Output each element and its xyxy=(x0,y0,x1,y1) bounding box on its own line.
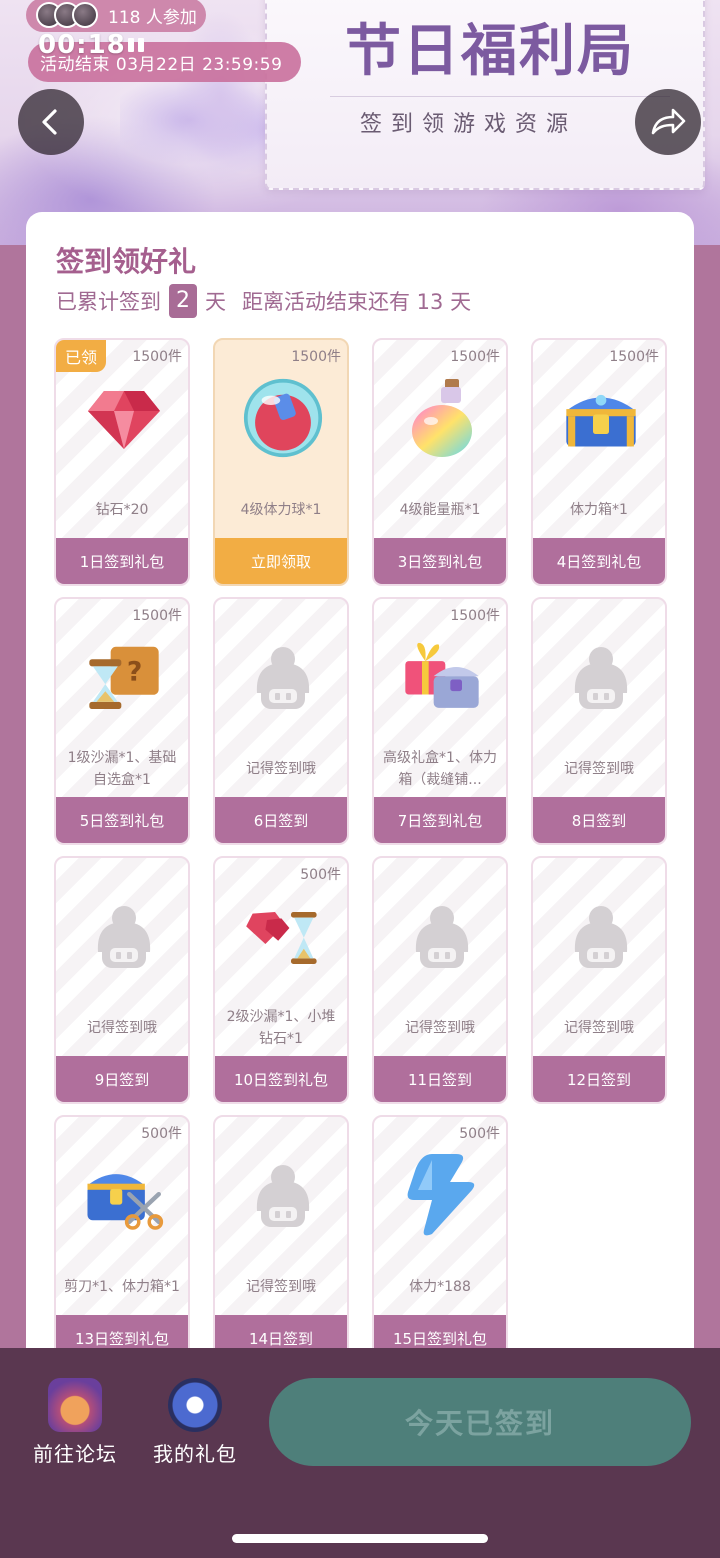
reward-tile[interactable]: 记得签到哦 8日签到 xyxy=(531,597,667,845)
reward-quantity: 500件 xyxy=(300,867,341,883)
reward-name: 4级能量瓶*1 xyxy=(399,502,481,518)
checkin-title: 签到领好礼 xyxy=(56,245,197,278)
reward-tile[interactable]: 已领 1500件钻石*20 1日签到礼包 xyxy=(54,338,190,586)
day-label: 8日签到 xyxy=(533,797,665,843)
day-label: 3日签到礼包 xyxy=(374,538,506,584)
gems-hourglass-icon xyxy=(243,894,323,978)
placeholder-character-icon xyxy=(84,894,164,978)
reward-name: 记得签到哦 xyxy=(246,1279,316,1295)
chevron-left-icon xyxy=(42,109,57,135)
reward-quantity: 1500件 xyxy=(132,349,182,365)
hourglass-mystery-box-icon: ? xyxy=(84,635,164,719)
forum-label: 前往论坛 xyxy=(33,1442,117,1466)
share-arrow-icon xyxy=(651,108,686,135)
reward-quantity: 1500件 xyxy=(609,349,659,365)
placeholder-character-icon xyxy=(243,1153,323,1237)
banner-subtitle: 签到领游戏资源 xyxy=(360,112,578,137)
progress-prefix: 已累计签到 xyxy=(56,290,161,314)
energy-potion-icon xyxy=(402,376,482,460)
bottom-bar: 前往论坛 我的礼包 今天已签到 xyxy=(0,1348,720,1558)
gift-box-chest-icon xyxy=(402,635,482,719)
back-button[interactable] xyxy=(18,89,84,155)
scissors-chest-icon xyxy=(84,1153,164,1237)
my-gifts-button[interactable]: 我的礼包 xyxy=(140,1378,250,1467)
reward-quantity: 500件 xyxy=(459,1126,500,1142)
reward-name: 记得签到哦 xyxy=(246,761,316,777)
home-indicator[interactable] xyxy=(232,1534,488,1543)
participants-badge: 118 人参加 xyxy=(26,0,206,32)
reward-name: 高级礼盒*1、体力箱（裁缝铺... xyxy=(383,750,497,788)
avatar xyxy=(72,2,98,28)
reward-quantity: 1500件 xyxy=(132,608,182,624)
participants-count: 118 人参加 xyxy=(108,7,197,28)
reward-name: 体力*188 xyxy=(409,1279,471,1295)
day-label: 12日签到 xyxy=(533,1056,665,1102)
placeholder-character-icon xyxy=(402,894,482,978)
reward-tile[interactable]: 1500件? 1级沙漏*1、基础自选盒*1 5日签到礼包 xyxy=(54,597,190,845)
reward-tile[interactable]: 1500件 4级能量瓶*1 3日签到礼包 xyxy=(372,338,508,586)
reward-name: 钻石*20 xyxy=(95,502,149,518)
gift-robot-icon xyxy=(168,1378,222,1432)
reward-quantity: 1500件 xyxy=(291,349,341,365)
signed-today-button[interactable]: 今天已签到 xyxy=(269,1378,691,1466)
reward-tile[interactable]: 500件 2级沙漏*1、小堆钻石*1 10日签到礼包 xyxy=(213,856,349,1104)
placeholder-character-icon xyxy=(561,894,641,978)
svg-text:?: ? xyxy=(127,657,142,688)
ruby-gem-icon xyxy=(84,376,164,460)
reward-name: 记得签到哦 xyxy=(564,1020,634,1036)
reward-tile[interactable]: 1500件 4级体力球*1 立即领取 xyxy=(213,338,349,586)
share-button[interactable] xyxy=(635,89,701,155)
participant-avatars xyxy=(36,2,98,28)
day-label: 6日签到 xyxy=(215,797,347,843)
reward-name: 1级沙漏*1、基础自选盒*1 xyxy=(67,750,177,788)
day-label: 7日签到礼包 xyxy=(374,797,506,843)
reward-name: 体力箱*1 xyxy=(570,502,628,518)
forum-app-icon xyxy=(48,1378,102,1432)
day-label: 9日签到 xyxy=(56,1056,188,1102)
my-gifts-label: 我的礼包 xyxy=(153,1442,237,1466)
remaining-days-text: 距离活动结束还有 13 天 xyxy=(242,290,472,314)
reward-tile[interactable]: 1500件体力箱*1 4日签到礼包 xyxy=(531,338,667,586)
placeholder-character-icon xyxy=(561,635,641,719)
reward-tile[interactable]: 500件 体力*188 15日签到礼包 xyxy=(372,1115,508,1363)
reward-tile[interactable]: 记得签到哦 9日签到 xyxy=(54,856,190,1104)
reward-name: 2级沙漏*1、小堆钻石*1 xyxy=(226,1009,336,1047)
reward-tile[interactable]: 记得签到哦 6日签到 xyxy=(213,597,349,845)
forum-button[interactable]: 前往论坛 xyxy=(20,1378,130,1467)
day-label: 10日签到礼包 xyxy=(215,1056,347,1102)
reward-quantity: 1500件 xyxy=(450,349,500,365)
reward-name: 4级体力球*1 xyxy=(240,502,322,518)
claimed-badge: 已领 xyxy=(56,340,106,372)
day-label: 5日签到礼包 xyxy=(56,797,188,843)
reward-tile[interactable]: 1500件高级礼盒*1、体力箱（裁缝铺... 7日签到礼包 xyxy=(372,597,508,845)
banner-divider xyxy=(330,96,670,97)
reward-name: 记得签到哦 xyxy=(87,1020,157,1036)
status-time: 00:18 xyxy=(38,30,126,60)
stamina-orb-icon xyxy=(243,376,323,460)
day-label: 1日签到礼包 xyxy=(56,538,188,584)
progress-unit: 天 xyxy=(205,290,226,314)
day-label: 11日签到 xyxy=(374,1056,506,1102)
reward-quantity: 500件 xyxy=(141,1126,182,1142)
reward-tile[interactable]: 记得签到哦 11日签到 xyxy=(372,856,508,1104)
day-label: 4日签到礼包 xyxy=(533,538,665,584)
reward-tile[interactable]: 记得签到哦 12日签到 xyxy=(531,856,667,1104)
checkin-card: 签到领好礼 已累计签到 2 天 距离活动结束还有 13 天 已领 1500件 钻石*… xyxy=(26,212,694,1412)
days-signed-count: 2 xyxy=(169,284,197,318)
treasure-chest-icon xyxy=(561,376,641,460)
reward-tile[interactable]: 记得签到哦 14日签到 xyxy=(213,1115,349,1363)
reward-quantity: 1500件 xyxy=(450,608,500,624)
lightning-stamina-icon xyxy=(402,1153,482,1237)
reward-name: 记得签到哦 xyxy=(564,761,634,777)
placeholder-character-icon xyxy=(243,635,323,719)
status-bar-icons xyxy=(128,38,144,52)
claim-now-button[interactable]: 立即领取 xyxy=(215,538,347,584)
checkin-progress: 已累计签到 2 天 距离活动结束还有 13 天 xyxy=(56,284,471,318)
reward-name: 记得签到哦 xyxy=(405,1020,475,1036)
banner-title: 节日福利局 xyxy=(345,18,635,84)
reward-name: 剪刀*1、体力箱*1 xyxy=(64,1279,180,1295)
reward-tile[interactable]: 500件 剪刀*1、体力箱*1 13日签到礼包 xyxy=(54,1115,190,1363)
